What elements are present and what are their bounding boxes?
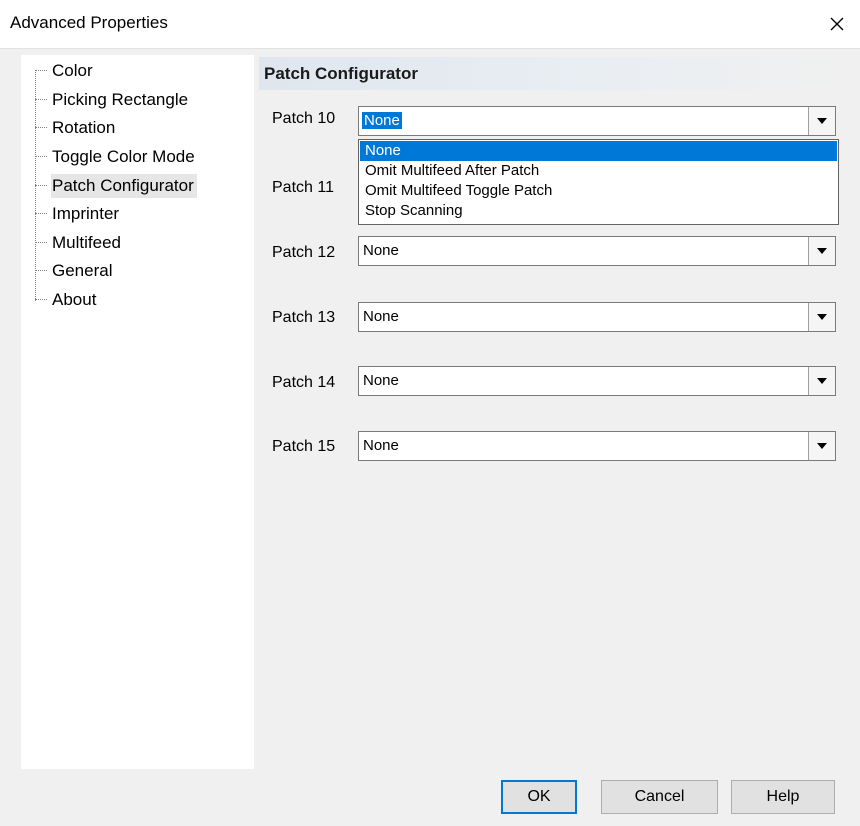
window-title: Advanced Properties bbox=[10, 13, 168, 32]
help-button[interactable]: Help bbox=[731, 780, 835, 814]
section-title: Patch Configurator bbox=[264, 64, 418, 83]
patch-12-select[interactable]: None bbox=[358, 236, 836, 266]
title-bar: Advanced Properties bbox=[0, 0, 860, 49]
patch-10-dropdown-button[interactable] bbox=[808, 107, 835, 135]
chevron-down-icon bbox=[817, 118, 827, 124]
tree-item-color[interactable]: Color bbox=[21, 58, 96, 84]
cancel-button[interactable]: Cancel bbox=[601, 780, 718, 814]
dropdown-option-stop-scanning[interactable]: Stop Scanning bbox=[360, 201, 837, 221]
patch-13-label: Patch 13 bbox=[272, 309, 336, 326]
patch-15-value: None bbox=[363, 437, 399, 454]
chevron-down-icon bbox=[817, 443, 827, 449]
chevron-down-icon bbox=[817, 378, 827, 384]
tree-item-toggle-color-mode[interactable]: Toggle Color Mode bbox=[21, 144, 198, 170]
tree-item-multifeed[interactable]: Multifeed bbox=[21, 230, 124, 256]
tree-item-patch-configurator[interactable]: Patch Configurator bbox=[21, 173, 197, 199]
patch-15-select[interactable]: None bbox=[358, 431, 836, 461]
tree-item-picking-rectangle[interactable]: Picking Rectangle bbox=[21, 87, 191, 113]
dropdown-option-none[interactable]: None bbox=[360, 141, 837, 161]
patch-10-value: None bbox=[362, 112, 402, 129]
patch-14-dropdown-button[interactable] bbox=[808, 367, 835, 395]
patch-10-select[interactable]: None bbox=[358, 106, 836, 136]
close-button[interactable] bbox=[814, 0, 860, 48]
dropdown-option-omit-multifeed-toggle-patch[interactable]: Omit Multifeed Toggle Patch bbox=[360, 181, 837, 201]
settings-tree: Color Picking Rectangle Rotation Toggle … bbox=[21, 55, 254, 769]
ok-button[interactable]: OK bbox=[501, 780, 577, 814]
chevron-down-icon bbox=[817, 248, 827, 254]
tree-item-imprinter[interactable]: Imprinter bbox=[21, 201, 122, 227]
patch-12-value: None bbox=[363, 242, 399, 259]
dropdown-option-omit-multifeed-after-patch[interactable]: Omit Multifeed After Patch bbox=[360, 161, 837, 181]
patch-10-dropdown-list: None Omit Multifeed After Patch Omit Mul… bbox=[358, 139, 839, 225]
close-icon bbox=[830, 17, 844, 31]
tree-item-rotation[interactable]: Rotation bbox=[21, 115, 118, 141]
chevron-down-icon bbox=[817, 314, 827, 320]
patch-14-label: Patch 14 bbox=[272, 374, 336, 391]
tree-item-general[interactable]: General bbox=[21, 258, 115, 284]
patch-13-select[interactable]: None bbox=[358, 302, 836, 332]
patch-15-label: Patch 15 bbox=[272, 438, 336, 455]
patch-13-value: None bbox=[363, 308, 399, 325]
patch-10-label: Patch 10 bbox=[272, 110, 336, 127]
patch-13-dropdown-button[interactable] bbox=[808, 303, 835, 331]
patch-14-value: None bbox=[363, 372, 399, 389]
patch-14-select[interactable]: None bbox=[358, 366, 836, 396]
patch-12-label: Patch 12 bbox=[272, 244, 336, 261]
tree-item-about[interactable]: About bbox=[21, 287, 99, 313]
patch-15-dropdown-button[interactable] bbox=[808, 432, 835, 460]
patch-12-dropdown-button[interactable] bbox=[808, 237, 835, 265]
patch-11-label: Patch 11 bbox=[272, 179, 334, 196]
section-header: Patch Configurator bbox=[259, 57, 853, 90]
